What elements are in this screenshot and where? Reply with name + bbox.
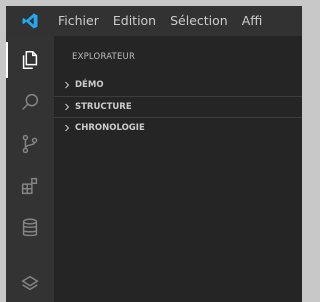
extensions-icon[interactable] [6, 165, 54, 207]
menu-selection[interactable]: Sélection [163, 6, 235, 36]
section-label: DÉMO [75, 80, 104, 90]
source-control-icon[interactable] [6, 123, 54, 165]
section-chronologie[interactable]: CHRONOLOGIE [54, 117, 302, 138]
layers-icon[interactable] [6, 262, 54, 302]
menu-edition[interactable]: Edition [106, 6, 163, 36]
explorer-title: EXPLORATEUR [72, 52, 136, 62]
section-demo[interactable]: DÉMO [54, 75, 302, 95]
chevron-right-icon [59, 103, 75, 111]
database-icon[interactable] [6, 207, 54, 249]
files-icon[interactable] [6, 39, 54, 81]
chevron-right-icon [59, 124, 75, 132]
chevron-right-icon [59, 81, 75, 89]
vscode-logo-icon [6, 6, 54, 36]
activity-bar [6, 36, 54, 302]
search-icon[interactable] [6, 81, 54, 123]
explorer-sidebar: EXPLORATEUR DÉMO STRUCTURE CHRONOLOGIE [54, 36, 302, 302]
title-bar: Fichier Edition Sélection Affi [6, 6, 302, 36]
section-structure[interactable]: STRUCTURE [54, 96, 302, 117]
menu-affichage[interactable]: Affi [235, 6, 270, 36]
section-label: CHRONOLOGIE [75, 123, 145, 133]
menu-fichier[interactable]: Fichier [54, 6, 106, 36]
vscode-window: Fichier Edition Sélection Affi EXPLORATE… [6, 6, 302, 302]
section-label: STRUCTURE [75, 102, 132, 112]
